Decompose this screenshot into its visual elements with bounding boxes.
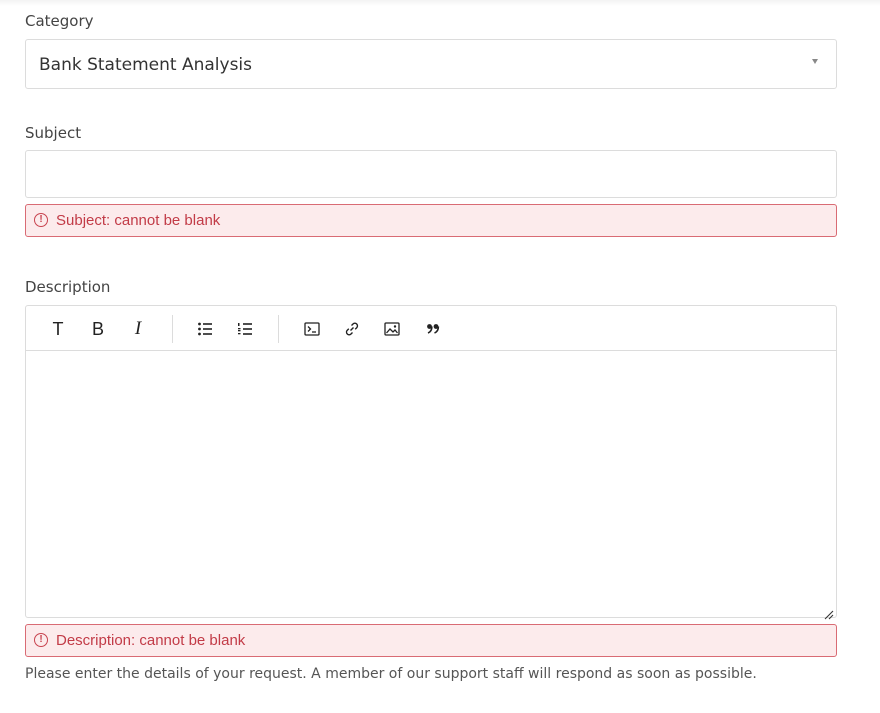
alert-circle-icon: ! [34, 633, 48, 647]
link-icon[interactable] [341, 318, 363, 340]
code-block-icon[interactable] [301, 318, 323, 340]
bold-icon[interactable]: B [87, 318, 109, 340]
chevron-down-icon [812, 59, 818, 64]
toolbar-separator [172, 315, 173, 343]
subject-label: Subject [25, 124, 82, 142]
subject-error-text: Subject: cannot be blank [56, 212, 221, 229]
description-error-text: Description: cannot be blank [56, 632, 246, 649]
image-icon[interactable] [381, 318, 403, 340]
description-help-text: Please enter the details of your request… [25, 666, 757, 682]
category-label: Category [25, 12, 94, 30]
description-label: Description [25, 278, 111, 296]
header-shadow [0, 0, 880, 6]
subject-input[interactable] [25, 150, 837, 198]
category-selected-value: Bank Statement Analysis [39, 55, 253, 75]
bullet-list-icon[interactable] [194, 318, 216, 340]
subject-error-message: ! Subject: cannot be blank [25, 204, 837, 237]
numbered-list-icon[interactable] [234, 318, 256, 340]
alert-circle-icon: ! [34, 213, 48, 227]
quote-icon[interactable] [422, 318, 444, 340]
text-style-icon[interactable]: T [47, 318, 69, 340]
italic-icon[interactable]: I [127, 318, 149, 340]
editor-toolbar: T B I [26, 306, 836, 351]
description-error-message: ! Description: cannot be blank [25, 624, 837, 657]
toolbar-separator [278, 315, 279, 343]
description-editor: T B I [25, 305, 837, 620]
description-textarea[interactable] [26, 351, 836, 617]
category-select[interactable]: Bank Statement Analysis [25, 39, 837, 89]
resize-handle-icon[interactable] [824, 605, 834, 620]
